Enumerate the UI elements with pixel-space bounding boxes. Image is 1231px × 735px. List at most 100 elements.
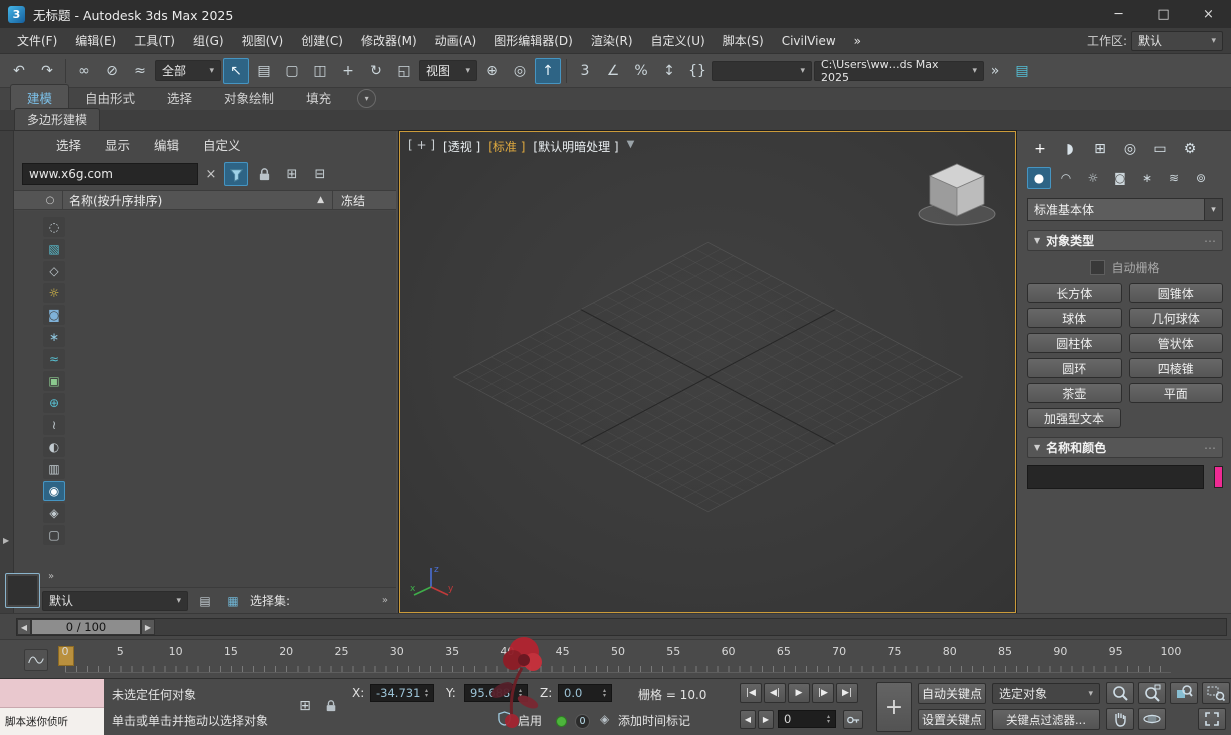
- reference-coordinate-combo[interactable]: 视图 ▾: [419, 60, 477, 81]
- autogrid-checkbox[interactable]: [1090, 259, 1106, 275]
- display-tab-icon[interactable]: ▭: [1147, 137, 1173, 161]
- object-type-button-textplus[interactable]: 加强型文本: [1027, 408, 1121, 428]
- zoom-all-icon[interactable]: [1138, 682, 1166, 704]
- select-children-icon[interactable]: ⊞: [280, 162, 304, 186]
- minimize-button[interactable]: ─: [1096, 0, 1141, 28]
- menu-item[interactable]: 动画(A): [426, 32, 486, 49]
- select-object-icon[interactable]: ↖: [223, 57, 249, 84]
- display-xrefs-icon[interactable]: ⊕: [43, 393, 65, 413]
- viewport-menu-pov[interactable]: [透视 ]: [443, 138, 480, 155]
- angle-snap-icon[interactable]: ∠: [600, 58, 626, 84]
- menu-item[interactable]: 渲染(R): [582, 32, 642, 49]
- systems-icon[interactable]: ⊚: [1189, 167, 1213, 189]
- listener-macro-row[interactable]: [0, 679, 104, 708]
- object-type-button[interactable]: 圆锥体: [1128, 283, 1223, 303]
- cameras-icon[interactable]: ◙: [1108, 167, 1132, 189]
- time-slider-handle[interactable]: 0 / 100: [31, 619, 141, 635]
- menu-item[interactable]: 自定义(U): [642, 32, 714, 49]
- view-cube[interactable]: [911, 154, 1003, 228]
- keyboard-shortcut-override-icon[interactable]: ↑: [535, 57, 561, 84]
- key-filters-button[interactable]: 关键点过滤器...: [992, 709, 1100, 730]
- object-type-button[interactable]: 几何球体: [1128, 308, 1223, 328]
- viewport-layout-tab[interactable]: [5, 573, 40, 608]
- frozen-column-header[interactable]: 冻结: [332, 191, 392, 209]
- named-selection-sets-combo[interactable]: ▾: [712, 60, 812, 81]
- safe-script-shield-icon[interactable]: [498, 711, 511, 726]
- create-tab-icon[interactable]: +: [1027, 137, 1053, 161]
- mini-curve-editor-icon[interactable]: [24, 649, 48, 671]
- display-groups-icon[interactable]: ▣: [43, 371, 65, 391]
- object-color-swatch[interactable]: [1214, 466, 1223, 488]
- isolate-count-badge[interactable]: 0: [575, 714, 590, 729]
- display-filter-icon[interactable]: [224, 162, 248, 186]
- auto-key-button[interactable]: 自动关键点: [918, 683, 986, 704]
- spinner-snap-icon[interactable]: ↕: [656, 58, 682, 84]
- menu-item[interactable]: 组(G): [184, 32, 233, 49]
- ribbon-panel-tab[interactable]: 多边形建模: [14, 108, 101, 130]
- hidden-toggle-icon[interactable]: ▢: [43, 525, 65, 545]
- toolbar-overflow[interactable]: »: [986, 58, 1004, 84]
- select-and-move-icon[interactable]: +: [335, 58, 361, 84]
- display-materials-icon[interactable]: ◐: [43, 437, 65, 457]
- explorer-more-icons[interactable]: »: [48, 571, 54, 582]
- display-lights-icon[interactable]: ☼: [43, 283, 65, 303]
- maximize-viewport-icon[interactable]: [1198, 708, 1226, 730]
- motion-tab-icon[interactable]: ◎: [1117, 137, 1143, 161]
- display-bones-icon[interactable]: ≀: [43, 415, 65, 435]
- zoom-extents-icon[interactable]: [1170, 682, 1198, 704]
- clear-search-icon[interactable]: ×: [202, 167, 220, 182]
- menu-item[interactable]: 修改器(M): [352, 32, 426, 49]
- project-path-combo[interactable]: C:\Users\ww…ds Max 2025 ▾: [814, 58, 984, 84]
- display-cameras-icon[interactable]: ◙: [43, 305, 65, 325]
- sort-ascending-icon[interactable]: ▲: [317, 195, 324, 205]
- select-and-manipulate-icon[interactable]: ◎: [507, 58, 533, 84]
- close-button[interactable]: ×: [1186, 0, 1231, 28]
- key-mode-toggle-icon[interactable]: [843, 710, 863, 729]
- ribbon-tab[interactable]: 填充: [290, 85, 347, 110]
- viewport[interactable]: [ + ] [透视 ] [标准 ] [默认明暗处理 ] ▼ x y z: [398, 130, 1017, 614]
- maxscript-mini-listener[interactable]: 脚本迷你侦听: [0, 679, 104, 735]
- pan-hand-icon[interactable]: [1106, 708, 1134, 730]
- display-influences-icon[interactable]: ◌: [43, 217, 65, 237]
- script-status-dot[interactable]: [556, 716, 567, 727]
- viewport-menu-general[interactable]: [ + ]: [408, 138, 435, 155]
- display-space-warps-icon[interactable]: ≈: [43, 349, 65, 369]
- explorer-menu-item[interactable]: 选择: [44, 135, 93, 154]
- add-time-tag[interactable]: 添加时间标记: [618, 712, 690, 729]
- select-and-rotate-icon[interactable]: ↻: [363, 58, 389, 84]
- ribbon-tab[interactable]: 建模: [10, 84, 70, 110]
- time-slider-track[interactable]: ◀ 0 / 100 ▶: [16, 618, 1227, 636]
- rectangular-selection-region-icon[interactable]: ▢: [279, 58, 305, 84]
- window-crossing-toggle-icon[interactable]: ◫: [307, 58, 333, 84]
- explorer-menu-item[interactable]: 自定义: [191, 135, 253, 154]
- viewport-menu-shading[interactable]: [默认明暗处理 ]: [533, 138, 618, 155]
- object-type-rollout[interactable]: ▼ 对象类型 ⋯: [1027, 230, 1223, 251]
- menu-item[interactable]: 编辑(E): [66, 32, 125, 49]
- name-column-header[interactable]: 名称(按升序排序): [69, 192, 162, 209]
- menu-item[interactable]: 文件(F): [8, 32, 66, 49]
- menu-item[interactable]: 创建(C): [292, 32, 352, 49]
- frozen-toggle-icon[interactable]: ◈: [43, 503, 65, 523]
- utilities-tab-icon[interactable]: ⚙: [1177, 137, 1203, 161]
- select-by-name-icon[interactable]: ▤: [251, 58, 277, 84]
- previous-frame-button[interactable]: ◀|: [764, 683, 786, 703]
- explorer-menu-item[interactable]: 显示: [93, 135, 142, 154]
- set-key-button[interactable]: 设置关键点: [918, 709, 986, 730]
- ribbon-tab[interactable]: 自由形式: [69, 85, 151, 110]
- object-type-button[interactable]: 四棱锥: [1128, 358, 1223, 378]
- display-helpers-icon[interactable]: ∗: [43, 327, 65, 347]
- play-button[interactable]: ▶: [788, 683, 810, 703]
- key-filter-selected-combo[interactable]: 选定对象 ▾: [992, 683, 1100, 704]
- selection-filter-combo[interactable]: 全部 ▾: [155, 60, 221, 81]
- search-input[interactable]: [22, 163, 198, 185]
- object-type-button[interactable]: 圆环: [1027, 358, 1122, 378]
- use-pivot-point-center-icon[interactable]: ⊕: [479, 58, 505, 84]
- bind-to-space-warp-icon[interactable]: ≈: [127, 58, 153, 84]
- next-frame-button[interactable]: |▶: [812, 683, 834, 703]
- object-name-input[interactable]: [1027, 465, 1204, 489]
- go-to-start-button[interactable]: |◀: [740, 683, 762, 703]
- ribbon-tab[interactable]: 对象绘制: [208, 85, 290, 110]
- unlink-selection-icon[interactable]: ⊘: [99, 58, 125, 84]
- viewport-filter-icon[interactable]: ▼: [627, 139, 635, 155]
- absolute-offset-mode-icon[interactable]: ⊞: [292, 695, 318, 717]
